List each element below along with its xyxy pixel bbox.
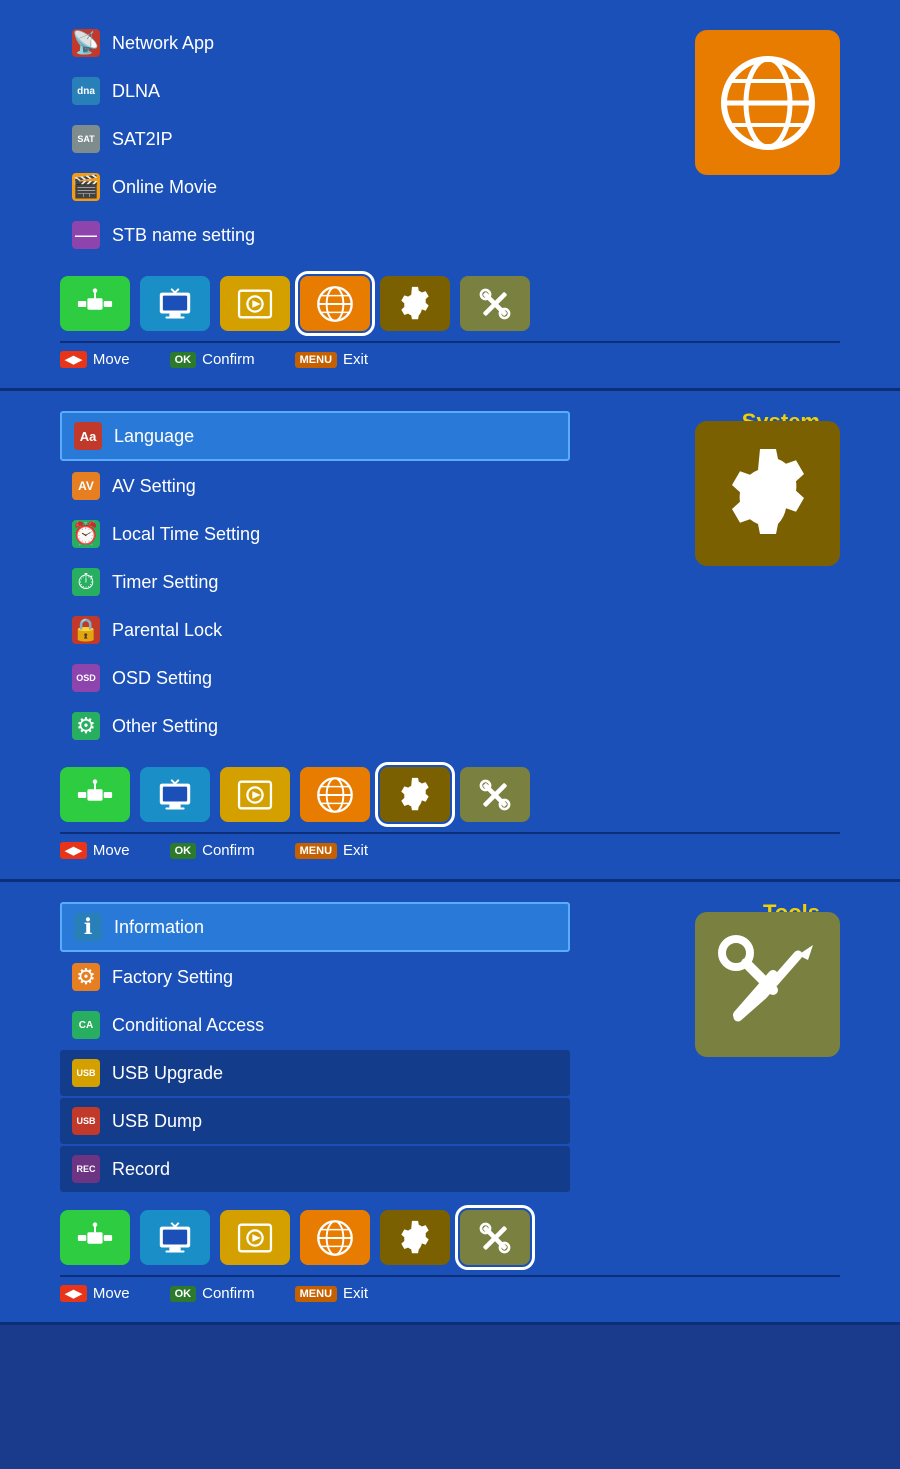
menu-list: 📡 Network App dna DLNA SAT SAT2IP 🎬 Onli… — [60, 20, 570, 258]
menu-item-other-setting[interactable]: ⚙ Other Setting — [60, 703, 570, 749]
menu-item-network-app[interactable]: 📡 Network App — [60, 20, 570, 66]
btn-badge: OK — [170, 843, 197, 859]
btn-text: Confirm — [202, 1285, 255, 1302]
nav-row — [60, 767, 840, 822]
btn-badge: MENU — [295, 352, 337, 368]
menu-item-sat2ip[interactable]: SAT SAT2IP — [60, 116, 570, 162]
media-nav[interactable] — [220, 767, 290, 822]
btn-text: Move — [93, 351, 130, 368]
bottom-btn-exit: MENU Exit — [295, 1285, 368, 1302]
btn-text: Exit — [343, 1285, 368, 1302]
big-icon-globe — [695, 30, 840, 175]
menu-item-conditional-access[interactable]: CA Conditional Access — [60, 1002, 570, 1048]
satellite-nav[interactable] — [60, 1210, 130, 1265]
globe-nav[interactable] — [300, 1210, 370, 1265]
btn-badge: OK — [170, 1286, 197, 1302]
bottom-btn-confirm: OK Confirm — [170, 1285, 255, 1302]
bottom-bar: ◀▶ Move OK Confirm MENU Exit — [60, 832, 840, 864]
menu-item-label: Network App — [112, 33, 214, 54]
menu-item-label: DLNA — [112, 81, 160, 102]
panel-tools: Tools ℹ Information ⚙ Factory Setting CA… — [0, 882, 900, 1325]
menu-item-label: USB Upgrade — [112, 1063, 223, 1084]
nav-row — [60, 276, 840, 331]
menu-item-local-time-setting[interactable]: ⏰ Local Time Setting — [60, 511, 570, 557]
bottom-btn-exit: MENU Exit — [295, 351, 368, 368]
btn-badge: ◀▶ — [60, 1285, 87, 1302]
menu-item-label: Other Setting — [112, 716, 218, 737]
menu-list: ℹ Information ⚙ Factory Setting CA Condi… — [60, 902, 570, 1192]
btn-badge: MENU — [295, 1286, 337, 1302]
menu-item-factory-setting[interactable]: ⚙ Factory Setting — [60, 954, 570, 1000]
tv-nav[interactable] — [140, 276, 210, 331]
menu-item-dlna[interactable]: dna DLNA — [60, 68, 570, 114]
bottom-btn-exit: MENU Exit — [295, 842, 368, 859]
menu-item-label: USB Dump — [112, 1111, 202, 1132]
btn-text: Confirm — [202, 842, 255, 859]
tv-nav[interactable] — [140, 767, 210, 822]
menu-item-label: AV Setting — [112, 476, 196, 497]
menu-item-label: Language — [114, 426, 194, 447]
menu-item-timer-setting[interactable]: ⏱ Timer Setting — [60, 559, 570, 605]
btn-badge: ◀▶ — [60, 842, 87, 859]
bottom-btn-move: ◀▶ Move — [60, 351, 130, 368]
media-nav[interactable] — [220, 276, 290, 331]
gear-nav[interactable] — [380, 767, 450, 822]
menu-item-label: Conditional Access — [112, 1015, 264, 1036]
gear-nav[interactable] — [380, 276, 450, 331]
btn-badge: OK — [170, 352, 197, 368]
menu-item-usb-dump[interactable]: USB USB Dump — [60, 1098, 570, 1144]
menu-item-label: OSD Setting — [112, 668, 212, 689]
menu-item-parental-lock[interactable]: 🔒 Parental Lock — [60, 607, 570, 653]
menu-item-av-setting[interactable]: AV AV Setting — [60, 463, 570, 509]
menu-item-label: Record — [112, 1159, 170, 1180]
btn-text: Move — [93, 842, 130, 859]
bottom-btn-move: ◀▶ Move — [60, 842, 130, 859]
menu-item-label: Factory Setting — [112, 967, 233, 988]
tools-nav[interactable] — [460, 1210, 530, 1265]
media-nav[interactable] — [220, 1210, 290, 1265]
menu-item-label: Parental Lock — [112, 620, 222, 641]
btn-badge: MENU — [295, 843, 337, 859]
panel-network: 📡 Network App dna DLNA SAT SAT2IP 🎬 Onli… — [0, 0, 900, 391]
gear-nav[interactable] — [380, 1210, 450, 1265]
menu-item-label: Online Movie — [112, 177, 217, 198]
btn-badge: ◀▶ — [60, 351, 87, 368]
menu-item-language[interactable]: Aa Language — [60, 411, 570, 461]
panel-system: System Aa Language AV AV Setting ⏰ Local… — [0, 391, 900, 882]
tools-nav[interactable] — [460, 276, 530, 331]
bottom-bar: ◀▶ Move OK Confirm MENU Exit — [60, 1275, 840, 1307]
bottom-btn-confirm: OK Confirm — [170, 842, 255, 859]
satellite-nav[interactable] — [60, 276, 130, 331]
menu-item-record[interactable]: REC Record — [60, 1146, 570, 1192]
menu-item-label: Timer Setting — [112, 572, 218, 593]
tv-nav[interactable] — [140, 1210, 210, 1265]
menu-list: Aa Language AV AV Setting ⏰ Local Time S… — [60, 411, 570, 749]
menu-item-stb-name-setting[interactable]: — STB name setting — [60, 212, 570, 258]
tools-nav[interactable] — [460, 767, 530, 822]
btn-text: Move — [93, 1285, 130, 1302]
big-icon-gear — [695, 421, 840, 566]
btn-text: Confirm — [202, 351, 255, 368]
menu-item-label: Information — [114, 917, 204, 938]
menu-item-information[interactable]: ℹ Information — [60, 902, 570, 952]
bottom-btn-move: ◀▶ Move — [60, 1285, 130, 1302]
menu-item-osd-setting[interactable]: OSD OSD Setting — [60, 655, 570, 701]
menu-item-label: Local Time Setting — [112, 524, 260, 545]
bottom-bar: ◀▶ Move OK Confirm MENU Exit — [60, 341, 840, 373]
globe-nav[interactable] — [300, 767, 370, 822]
btn-text: Exit — [343, 351, 368, 368]
menu-item-label: SAT2IP — [112, 129, 173, 150]
big-icon-tools — [695, 912, 840, 1057]
satellite-nav[interactable] — [60, 767, 130, 822]
bottom-btn-confirm: OK Confirm — [170, 351, 255, 368]
nav-row — [60, 1210, 840, 1265]
menu-item-online-movie[interactable]: 🎬 Online Movie — [60, 164, 570, 210]
menu-item-label: STB name setting — [112, 225, 255, 246]
menu-item-usb-upgrade[interactable]: USB USB Upgrade — [60, 1050, 570, 1096]
btn-text: Exit — [343, 842, 368, 859]
globe-nav[interactable] — [300, 276, 370, 331]
